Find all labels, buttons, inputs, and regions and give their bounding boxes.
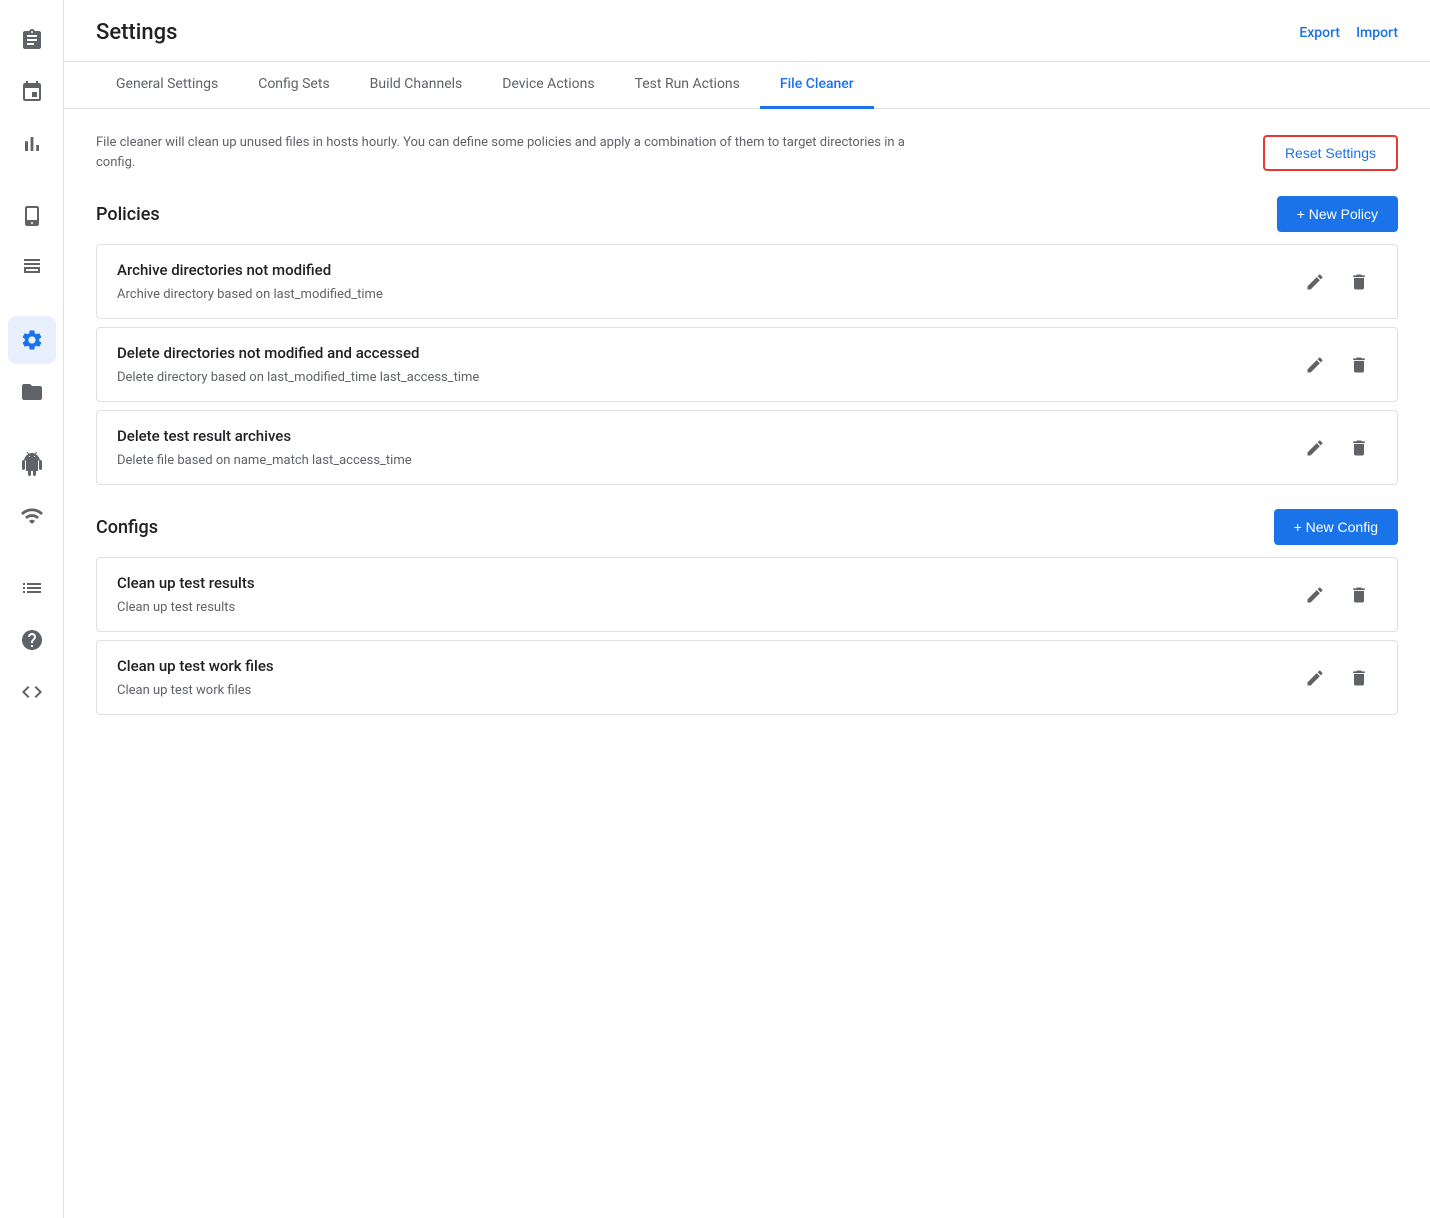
sidebar-item-phone[interactable] <box>8 192 56 240</box>
config-card-1: Clean up test work files Clean up test w… <box>96 640 1398 715</box>
policy-card-0-actions <box>1297 264 1377 300</box>
description-bar: File cleaner will clean up unused files … <box>96 133 1398 172</box>
page-title: Settings <box>96 20 177 45</box>
config-card-1-content: Clean up test work files Clean up test w… <box>117 657 1297 698</box>
sidebar-item-clipboard[interactable] <box>8 16 56 64</box>
policy-card-1-actions <box>1297 347 1377 383</box>
main-content: Settings Export Import General Settings … <box>64 0 1430 1218</box>
export-link[interactable]: Export <box>1299 25 1340 41</box>
import-link[interactable]: Import <box>1356 25 1398 41</box>
content-area: File cleaner will clean up unused files … <box>64 109 1430 1218</box>
policy-card-1-content: Delete directories not modified and acce… <box>117 344 1297 385</box>
tab-config-sets[interactable]: Config Sets <box>238 62 349 109</box>
policies-section-header: Policies + New Policy <box>96 196 1398 232</box>
policy-card-2-content: Delete test result archives Delete file … <box>117 427 1297 468</box>
policy-card-2-title: Delete test result archives <box>117 427 1297 445</box>
policy-card-0-title: Archive directories not modified <box>117 261 1297 279</box>
sidebar-item-settings[interactable] <box>8 316 56 364</box>
policy-card-0-subtitle: Archive directory based on last_modified… <box>117 287 1297 302</box>
config-card-0-actions <box>1297 577 1377 613</box>
tab-general-settings[interactable]: General Settings <box>96 62 238 109</box>
config-card-1-title: Clean up test work files <box>117 657 1297 675</box>
reset-settings-button[interactable]: Reset Settings <box>1263 135 1398 171</box>
config-card-0-subtitle: Clean up test results <box>117 600 1297 615</box>
new-policy-button[interactable]: + New Policy <box>1277 196 1398 232</box>
policy-card-2-subtitle: Delete file based on name_match last_acc… <box>117 453 1297 468</box>
sidebar-item-help[interactable] <box>8 616 56 664</box>
policy-card-0-content: Archive directories not modified Archive… <box>117 261 1297 302</box>
policies-title: Policies <box>96 204 160 225</box>
sidebar-item-monitor[interactable] <box>8 492 56 540</box>
sidebar-item-android[interactable] <box>8 440 56 488</box>
new-config-button[interactable]: + New Config <box>1274 509 1398 545</box>
config-card-0-title: Clean up test results <box>117 574 1297 592</box>
tab-test-run-actions[interactable]: Test Run Actions <box>615 62 760 109</box>
header-actions: Export Import <box>1299 25 1398 41</box>
policy-card-2: Delete test result archives Delete file … <box>96 410 1398 485</box>
policies-section: Policies + New Policy Archive directorie… <box>96 196 1398 485</box>
config-0-delete-button[interactable] <box>1341 577 1377 613</box>
policy-0-edit-button[interactable] <box>1297 264 1333 300</box>
configs-title: Configs <box>96 517 158 538</box>
policy-2-edit-button[interactable] <box>1297 430 1333 466</box>
policy-1-delete-button[interactable] <box>1341 347 1377 383</box>
config-1-delete-button[interactable] <box>1341 660 1377 696</box>
configs-section: Configs + New Config Clean up test resul… <box>96 509 1398 715</box>
policy-card-1-title: Delete directories not modified and acce… <box>117 344 1297 362</box>
sidebar-item-analytics[interactable] <box>8 120 56 168</box>
policy-1-edit-button[interactable] <box>1297 347 1333 383</box>
sidebar-item-server[interactable] <box>8 244 56 292</box>
policy-card-2-actions <box>1297 430 1377 466</box>
description-text: File cleaner will clean up unused files … <box>96 133 916 172</box>
tab-build-channels[interactable]: Build Channels <box>350 62 483 109</box>
policy-card-0: Archive directories not modified Archive… <box>96 244 1398 319</box>
sidebar-item-folder[interactable] <box>8 368 56 416</box>
config-card-0: Clean up test results Clean up test resu… <box>96 557 1398 632</box>
configs-section-header: Configs + New Config <box>96 509 1398 545</box>
tab-file-cleaner[interactable]: File Cleaner <box>760 62 874 109</box>
config-card-1-subtitle: Clean up test work files <box>117 683 1297 698</box>
sidebar-item-calendar[interactable] <box>8 68 56 116</box>
policy-0-delete-button[interactable] <box>1341 264 1377 300</box>
header: Settings Export Import <box>64 0 1430 62</box>
config-1-edit-button[interactable] <box>1297 660 1333 696</box>
config-card-1-actions <box>1297 660 1377 696</box>
policy-card-1: Delete directories not modified and acce… <box>96 327 1398 402</box>
tabs-bar: General Settings Config Sets Build Chann… <box>64 62 1430 109</box>
sidebar <box>0 0 64 1218</box>
sidebar-item-list[interactable] <box>8 564 56 612</box>
config-0-edit-button[interactable] <box>1297 577 1333 613</box>
tab-device-actions[interactable]: Device Actions <box>482 62 614 109</box>
config-card-0-content: Clean up test results Clean up test resu… <box>117 574 1297 615</box>
policy-card-1-subtitle: Delete directory based on last_modified_… <box>117 370 1297 385</box>
sidebar-item-code[interactable] <box>8 668 56 716</box>
policy-2-delete-button[interactable] <box>1341 430 1377 466</box>
